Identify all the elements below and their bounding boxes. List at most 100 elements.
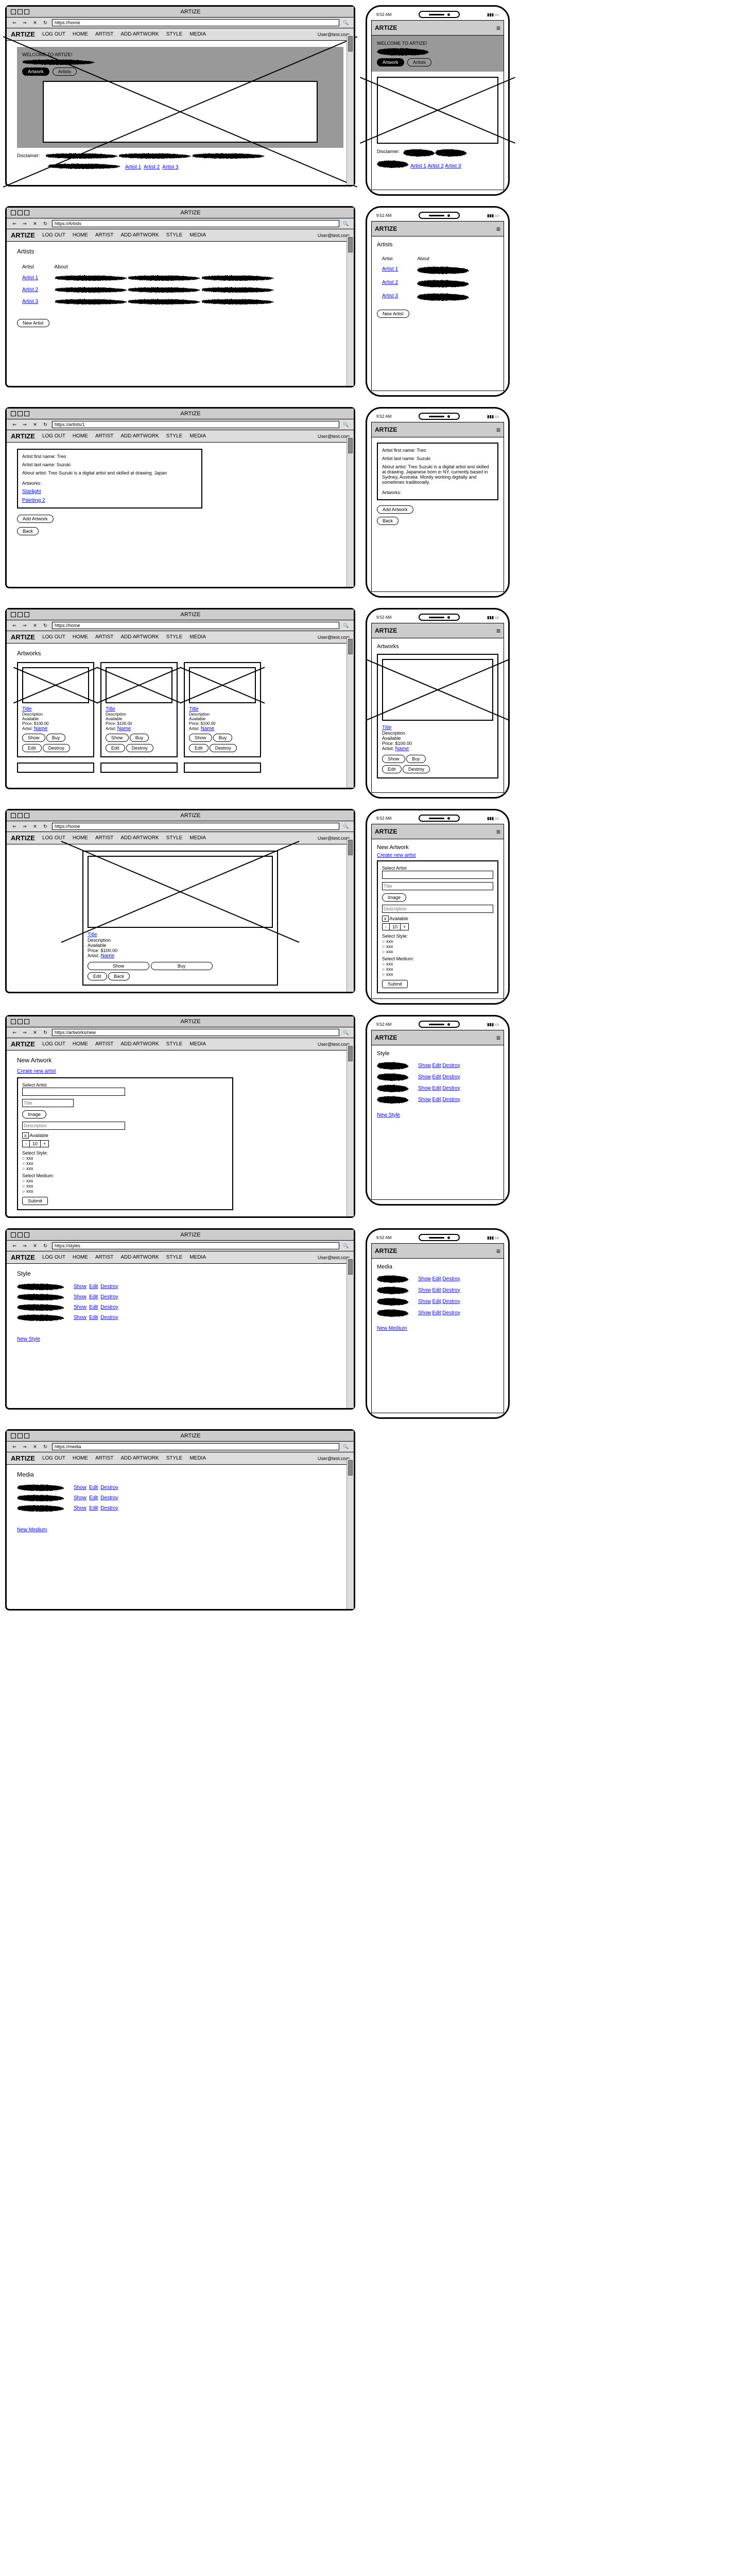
new-artist-button[interactable]: New Artist [377, 310, 409, 318]
hamburger-icon[interactable]: ≡ [496, 24, 500, 32]
forward-icon[interactable]: ⇒ [21, 421, 28, 428]
artist-link[interactable]: Name [101, 953, 115, 959]
title-input[interactable] [22, 1099, 74, 1107]
close-icon[interactable]: ✕ [31, 823, 39, 830]
edit-link[interactable]: Edit [89, 1315, 98, 1320]
style-option[interactable]: xxx [26, 1166, 33, 1171]
destroy-link[interactable]: Destroy [442, 1063, 460, 1069]
artwork-title-link[interactable]: Title [22, 706, 32, 712]
create-artist-link[interactable]: Create new artist [377, 853, 416, 858]
show-link[interactable]: Show [418, 1299, 431, 1304]
artwork-title-link[interactable]: Title [88, 932, 97, 938]
hamburger-icon[interactable]: ≡ [496, 827, 500, 836]
edit-link[interactable]: Edit [89, 1505, 98, 1511]
add-artwork-button[interactable]: Add Artwork [377, 505, 413, 514]
reload-icon[interactable]: ↻ [42, 823, 49, 830]
edit-link[interactable]: Edit [89, 1485, 98, 1490]
reload-icon[interactable]: ↻ [42, 421, 49, 428]
nav-media[interactable]: MEDIA [189, 31, 206, 37]
back-button[interactable]: Back [108, 972, 130, 980]
show-link[interactable]: Show [418, 1276, 431, 1282]
artist-select[interactable] [22, 1088, 125, 1096]
brand[interactable]: ARTIZE [11, 1253, 35, 1261]
nav-media[interactable]: MEDIA [189, 1041, 206, 1047]
nav-media[interactable]: MEDIA [189, 634, 206, 640]
hamburger-icon[interactable]: ≡ [496, 1033, 500, 1042]
description-input[interactable] [22, 1122, 125, 1130]
edit-button[interactable]: Edit [189, 744, 209, 752]
nav-style[interactable]: STYLE [166, 31, 183, 37]
pill-artwork[interactable]: Artwork [377, 58, 404, 66]
nav-home[interactable]: HOME [73, 232, 88, 238]
hamburger-icon[interactable]: ≡ [496, 225, 500, 233]
nav-media[interactable]: MEDIA [189, 1455, 206, 1461]
destroy-link[interactable]: Destroy [442, 1074, 460, 1080]
show-link[interactable]: Show [74, 1495, 86, 1501]
show-link[interactable]: Show [418, 1287, 431, 1293]
submit-button[interactable]: Submit [22, 1197, 48, 1205]
destroy-button[interactable]: Destroy [43, 744, 70, 752]
hamburger-icon[interactable]: ≡ [496, 426, 500, 434]
medium-option[interactable]: xxx [26, 1183, 33, 1189]
price-stepper[interactable]: -10+ [382, 923, 409, 930]
show-link[interactable]: Show [74, 1294, 86, 1300]
search-icon[interactable]: 🔍 [342, 19, 350, 26]
nav-home[interactable]: HOME [73, 1255, 88, 1260]
nav-artist[interactable]: ARTIST [95, 1255, 113, 1260]
reload-icon[interactable]: ↻ [42, 1029, 49, 1036]
nav-home[interactable]: HOME [73, 1041, 88, 1047]
style-option[interactable]: xxx [386, 944, 393, 949]
url-input[interactable]: https://Artists [52, 220, 339, 227]
url-input[interactable]: https://home [52, 823, 339, 830]
edit-link[interactable]: Edit [432, 1287, 441, 1293]
new-artist-button[interactable]: New Artist [17, 319, 49, 327]
medium-option[interactable]: xxx [26, 1189, 33, 1194]
close-icon[interactable]: ✕ [31, 1242, 39, 1249]
back-icon[interactable]: ⇐ [11, 1443, 18, 1450]
show-link[interactable]: Show [418, 1097, 431, 1103]
new-style-link[interactable]: New Style [17, 1336, 40, 1342]
artist-link-2[interactable]: Artist 2 [428, 163, 444, 169]
brand[interactable]: ARTIZE [375, 24, 397, 31]
edit-link[interactable]: Edit [89, 1284, 98, 1290]
image-button[interactable]: Image [22, 1110, 46, 1118]
add-artwork-button[interactable]: Add Artwork [17, 515, 54, 523]
nav-home[interactable]: HOME [73, 835, 88, 841]
show-button[interactable]: Show [88, 962, 149, 970]
nav-home[interactable]: HOME [73, 31, 88, 37]
edit-link[interactable]: Edit [432, 1074, 441, 1080]
destroy-link[interactable]: Destroy [442, 1299, 460, 1304]
show-link[interactable]: Show [74, 1485, 86, 1490]
nav-style[interactable]: STYLE [166, 433, 183, 439]
nav-artist[interactable]: ARTIST [95, 232, 113, 238]
close-icon[interactable]: ✕ [31, 1029, 39, 1036]
scrollbar[interactable] [346, 35, 354, 185]
stepper-inc[interactable]: + [401, 924, 408, 930]
destroy-link[interactable]: Destroy [442, 1086, 460, 1091]
edit-link[interactable]: Edit [432, 1097, 441, 1103]
destroy-link[interactable]: Destroy [100, 1284, 118, 1290]
forward-icon[interactable]: ⇒ [21, 823, 28, 830]
nav-logout[interactable]: LOG OUT [42, 1255, 65, 1260]
medium-option[interactable]: xxx [26, 1178, 33, 1183]
scrollbar[interactable] [346, 437, 354, 587]
back-icon[interactable]: ⇐ [11, 1029, 18, 1036]
nav-artist[interactable]: ARTIST [95, 1455, 113, 1461]
close-icon[interactable]: ✕ [31, 19, 39, 26]
nav-home[interactable]: HOME [73, 634, 88, 640]
show-button[interactable]: Show [189, 734, 212, 742]
forward-icon[interactable]: ⇒ [21, 1029, 28, 1036]
nav-style[interactable]: STYLE [166, 835, 183, 841]
scrollbar[interactable] [346, 839, 354, 992]
destroy-button[interactable]: Destroy [210, 744, 237, 752]
nav-logout[interactable]: LOG OUT [42, 232, 65, 238]
buy-button[interactable]: Buy [130, 734, 149, 742]
nav-media[interactable]: MEDIA [189, 1255, 206, 1260]
edit-link[interactable]: Edit [432, 1310, 441, 1316]
edit-button[interactable]: Edit [22, 744, 42, 752]
scrollbar[interactable] [346, 1258, 354, 1408]
artist-link-3[interactable]: Artist 3 [445, 163, 461, 169]
nav-user[interactable]: User@test.com [318, 1042, 350, 1047]
url-input[interactable]: https://styles [52, 1242, 339, 1249]
artist-link-1[interactable]: Artist 1 [410, 163, 426, 169]
